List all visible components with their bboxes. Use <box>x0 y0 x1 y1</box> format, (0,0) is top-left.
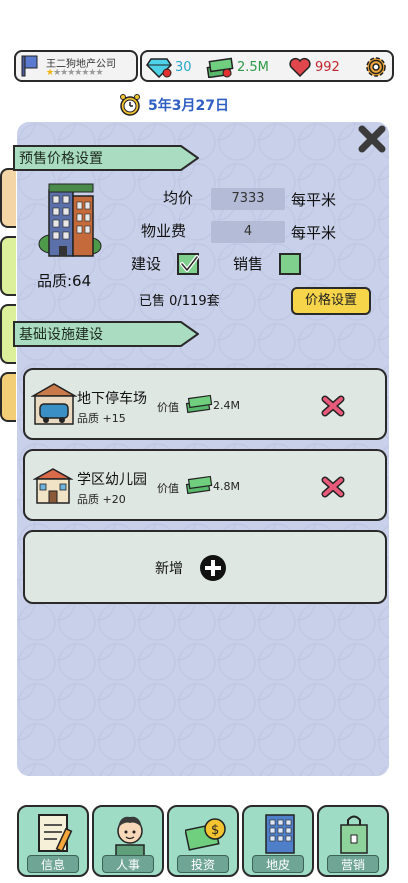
notepad-icon <box>38 814 73 853</box>
heart-counter[interactable]: 992 <box>288 55 340 79</box>
infra-name: 地下停车场 <box>77 391 147 407</box>
check-icon <box>180 255 199 272</box>
presale-section-header: 预售价格设置 <box>13 144 199 172</box>
avg-price-field[interactable]: 7333 <box>211 188 285 210</box>
nav-label: 信息 <box>27 855 79 873</box>
nav-label: 人事 <box>102 855 154 873</box>
diamond-icon <box>146 58 172 78</box>
heart-value: 992 <box>315 59 340 75</box>
infra-quality: 品质 +15 <box>77 412 126 425</box>
nav-label: 投资 <box>177 855 229 873</box>
plus-icon <box>200 555 226 581</box>
demolish-icon[interactable] <box>321 475 345 499</box>
close-icon[interactable] <box>355 122 389 156</box>
avg-price-unit: 每平米 <box>291 191 337 209</box>
infrastructure-section-header: 基础设施建设 <box>13 320 199 348</box>
building-detail-panel: 预售价格设置 品质:64 均价 7333 每平米 物业费 4 每平米 建设 销售 <box>0 122 389 776</box>
infra-value: 2.4M <box>213 399 240 412</box>
build-checkbox[interactable] <box>177 253 199 275</box>
build-label: 建设 <box>131 255 162 273</box>
sale-label: 销售 <box>233 255 264 273</box>
side-tab-1[interactable] <box>0 168 16 228</box>
building-icon <box>265 814 295 854</box>
add-label: 新增 <box>155 561 183 577</box>
cash-stack-icon <box>206 57 234 78</box>
shopping-bag-icon <box>340 815 368 854</box>
game-date: 5年3月27日 <box>118 92 229 118</box>
company-stars: ★★★★★★★★ <box>46 68 104 78</box>
cash-counter[interactable]: 2.5M <box>206 55 269 79</box>
infra-card-parking[interactable]: 地下停车场 品质 +15 价值 2.4M <box>23 368 387 440</box>
nav-land[interactable]: 地皮 <box>242 805 314 877</box>
infra-quality: 品质 +20 <box>77 493 126 506</box>
nav-invest[interactable]: $ 投资 <box>167 805 239 877</box>
cash-value: 2.5M <box>237 59 269 75</box>
cash-stack-icon <box>185 394 213 414</box>
infra-value-label: 价值 <box>157 482 179 495</box>
cash-stack-icon <box>185 475 213 495</box>
svg-text:$: $ <box>211 823 219 838</box>
gem-value: 30 <box>175 59 192 75</box>
parking-garage-icon <box>31 383 77 425</box>
heart-icon <box>289 57 311 78</box>
side-tab-4[interactable] <box>0 372 16 422</box>
nav-staff[interactable]: 人事 <box>92 805 164 877</box>
presale-title: 预售价格设置 <box>19 151 103 167</box>
infrastructure-title: 基础设施建设 <box>19 327 103 343</box>
person-icon <box>115 816 145 859</box>
building-icon <box>38 183 102 257</box>
building-quality: 品质:64 <box>37 272 92 290</box>
money-icon: $ <box>185 818 226 851</box>
sold-units: 已售 0/119套 <box>139 294 220 309</box>
infra-name: 学区幼儿园 <box>77 472 147 488</box>
sale-checkbox[interactable] <box>279 253 301 275</box>
infra-value: 4.8M <box>213 480 240 493</box>
kindergarten-icon <box>33 468 73 504</box>
company-badge[interactable]: 王二狗地产公司 ★★★★★★★★ <box>14 50 138 82</box>
alarm-clock-icon <box>120 94 140 116</box>
property-fee-field[interactable]: 4 <box>211 221 285 243</box>
nav-marketing[interactable]: 营销 <box>317 805 389 877</box>
price-settings-button[interactable]: 价格设置 <box>291 287 371 315</box>
nav-label: 地皮 <box>252 855 304 873</box>
avg-price-label: 均价 <box>163 189 194 207</box>
nav-info[interactable]: 信息 <box>17 805 89 877</box>
property-fee-label: 物业费 <box>141 222 187 240</box>
infra-value-label: 价值 <box>157 401 179 414</box>
property-fee-unit: 每平米 <box>291 224 337 242</box>
gear-icon[interactable] <box>364 55 388 79</box>
company-flag-icon <box>21 55 38 77</box>
infra-card-kindergarten[interactable]: 学区幼儿园 品质 +20 价值 4.8M <box>23 449 387 521</box>
side-tab-2[interactable] <box>0 236 16 296</box>
resource-bar: 30 2.5M 992 <box>140 50 394 82</box>
date-text: 5年3月27日 <box>148 98 229 114</box>
nav-label: 营销 <box>327 855 379 873</box>
add-infrastructure-button[interactable]: 新增 <box>23 530 387 604</box>
gem-counter[interactable]: 30 <box>146 55 192 79</box>
demolish-icon[interactable] <box>321 394 345 418</box>
